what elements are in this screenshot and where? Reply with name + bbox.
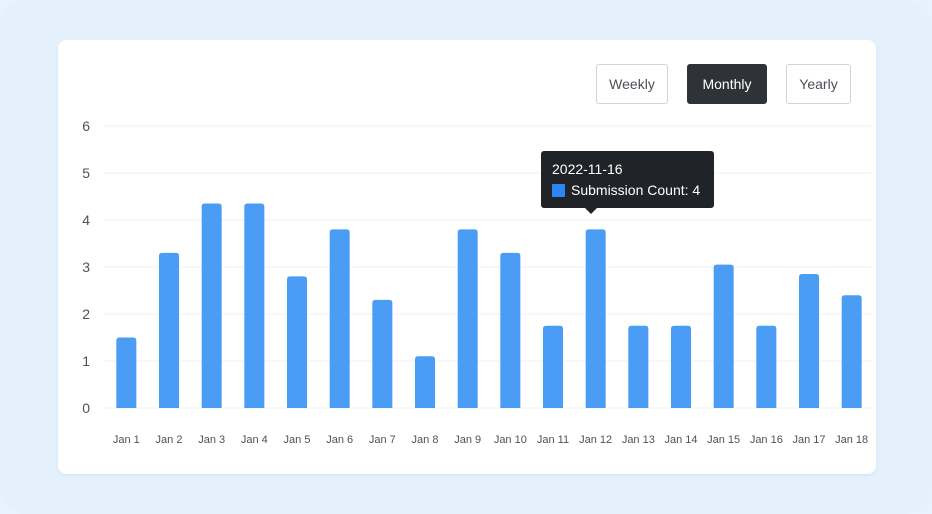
x-tick-label: Jan 13	[622, 434, 655, 446]
x-tick-label: Jan 5	[284, 434, 311, 446]
x-tick-label: Jan 15	[707, 434, 740, 446]
y-tick-label: 2	[82, 306, 90, 322]
chart-card: Weekly Monthly Yearly 0123456 Jan 1 Jan 2…	[58, 40, 876, 474]
x-tick-label: Jan 14	[664, 434, 697, 446]
bar-jan-2[interactable]	[159, 252, 179, 408]
bar-jan-6[interactable]	[329, 229, 350, 408]
y-axis-ticks: 0 1 2 3 4 5 6	[82, 118, 90, 416]
x-tick-label: Jan 12	[579, 434, 612, 446]
bar-jan-17[interactable]	[799, 274, 819, 408]
y-tick-label: 5	[82, 165, 90, 181]
x-tick-label: Jan 16	[750, 434, 783, 446]
bar-jan-5[interactable]	[287, 276, 307, 408]
bar-jan-14[interactable]	[671, 325, 691, 408]
x-tick-label: Jan 10	[494, 434, 527, 446]
y-tick-label: 0	[82, 400, 90, 416]
bar-jan-16[interactable]	[756, 325, 777, 408]
bar-series	[116, 203, 862, 409]
bar-jan-9[interactable]	[457, 229, 478, 408]
tooltip-series-label: Submission Count: 4	[571, 182, 701, 198]
bar-jan-12[interactable]	[585, 229, 606, 408]
bar-jan-8[interactable]	[415, 356, 435, 408]
x-tick-label: Jan 8	[412, 434, 439, 446]
x-tick-label: Jan 11	[537, 434, 569, 446]
bar-jan-13[interactable]	[628, 325, 649, 408]
bar-jan-10[interactable]	[500, 252, 521, 408]
chart-tooltip: 2022-11-16 Submission Count: 4	[541, 151, 714, 214]
tooltip-series-row: Submission Count: 4	[552, 181, 703, 199]
x-tick-label: Jan 17	[792, 434, 825, 446]
x-tick-label: Jan 1	[113, 434, 140, 446]
x-tick-label: Jan 4	[241, 434, 268, 446]
y-tick-label: 1	[82, 353, 90, 369]
y-tick-label: 3	[82, 259, 90, 275]
x-tick-label: Jan 18	[835, 434, 868, 446]
y-tick-label: 4	[82, 212, 90, 228]
y-tick-label: 6	[82, 118, 90, 134]
bar-jan-3[interactable]	[201, 203, 222, 408]
x-axis-ticks: Jan 1 Jan 2 Jan 3 Jan 4 Jan 5 Jan 6 Jan 7 Jan 8…	[113, 434, 868, 446]
bar-chart: 0123456 Jan 1 Jan 2 Jan 3 Jan 4 Jan 5 Jan 6 Ja…	[82, 118, 872, 446]
x-tick-label: Jan 3	[198, 434, 225, 446]
x-tick-label: Jan 6	[326, 434, 353, 446]
bar-jan-11[interactable]	[543, 325, 563, 408]
bar-jan-1[interactable]	[116, 337, 137, 409]
bar-jan-15[interactable]	[713, 264, 734, 408]
x-tick-label: Jan 7	[369, 434, 396, 446]
bar-jan-7[interactable]	[372, 299, 393, 408]
x-tick-label: Jan 9	[454, 434, 481, 446]
bar-jan-18[interactable]	[841, 295, 862, 408]
x-tick-label: Jan 2	[156, 434, 183, 446]
tooltip-date: 2022-11-16	[552, 161, 623, 177]
tooltip-series-swatch	[552, 183, 565, 197]
bar-jan-4[interactable]	[244, 203, 265, 408]
